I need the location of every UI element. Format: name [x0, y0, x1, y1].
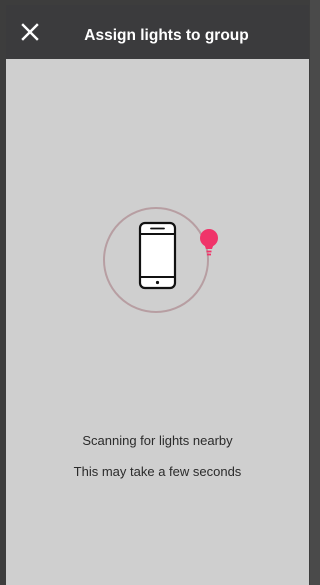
page-title: Assign lights to group: [84, 27, 249, 44]
smartphone-icon: [138, 221, 177, 290]
scan-content: Scanning for lights nearby This may take…: [6, 59, 309, 585]
top-app-bar: Assign lights to group: [6, 5, 309, 59]
scanning-status-text: Scanning for lights nearby: [82, 433, 233, 448]
app-screen: Assign lights to group Scanning for ligh…: [0, 0, 310, 585]
scanning-illustration: [103, 207, 218, 313]
scanning-hint-text: This may take a few seconds: [73, 464, 242, 479]
lightbulb-icon: [200, 229, 218, 256]
